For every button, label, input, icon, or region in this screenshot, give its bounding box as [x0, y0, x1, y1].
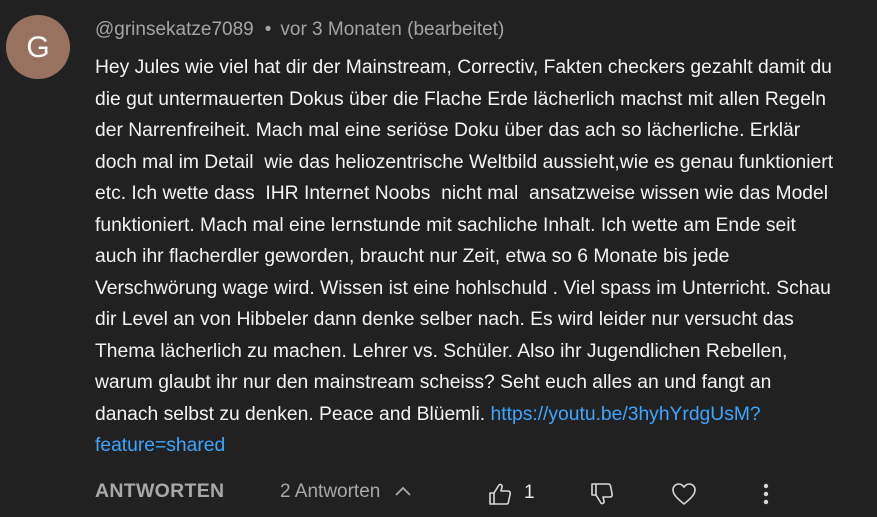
separator-dot: •	[264, 19, 272, 40]
comment-text: Hey Jules wie viel hat dir der Mainstrea…	[95, 52, 876, 462]
thumb-down-icon[interactable]	[588, 480, 616, 508]
comment-line: die gut untermauerten Dokus über die Fla…	[95, 88, 826, 110]
comment-line: etc. Ich wette dass IHR Internet Noobs n…	[95, 183, 829, 204]
comment-actions: ANTWORTEN 2 Antworten 1	[0, 478, 877, 510]
replies-count-label: 2 Antworten	[280, 481, 381, 502]
comment-line-text: danach selbst zu denken. Peace and Blüem…	[95, 403, 491, 425]
comment-line: Verschwörung wage wird. Wissen ist eine …	[95, 277, 831, 299]
comment-line: Hey Jules wie viel hat dir der Mainstrea…	[95, 57, 832, 78]
replies-toggle-button[interactable]: 2 Antworten	[280, 481, 412, 503]
comment-line-link: feature=shared	[95, 430, 876, 462]
youtube-link-part1[interactable]: https://youtu.be/3hyhYrdgUsM?	[491, 404, 761, 425]
avatar-initial: G	[26, 30, 50, 64]
reply-button[interactable]: ANTWORTEN	[95, 480, 224, 503]
like-count: 1	[524, 482, 535, 503]
more-vertical-icon[interactable]	[752, 480, 780, 508]
comment-line: dir Level an von Hibbeler dann denke sel…	[95, 309, 794, 330]
comment-line: warum glaubt ihr nur den mainstream sche…	[95, 372, 772, 393]
comment-timestamp[interactable]: vor 3 Monaten (bearbeitet)	[280, 19, 504, 40]
thumb-up-icon[interactable]	[486, 480, 514, 508]
comment-header: @grinsekatze7089 • vor 3 Monaten (bearbeit…	[95, 17, 504, 43]
comment-line: auch ihr flacherdler geworden, braucht n…	[95, 246, 730, 267]
comment-line: funktioniert. Mach mal eine lernstunde m…	[95, 214, 796, 236]
comment-line: der Narrenfreiheit. Mach mal eine seriös…	[95, 120, 801, 141]
youtube-link-part2[interactable]: feature=shared	[95, 435, 225, 456]
comment-line: Thema lächerlich zu machen. Lehrer vs. S…	[95, 340, 788, 362]
comment-line-last: danach selbst zu denken. Peace and Blüem…	[95, 399, 876, 431]
heart-icon[interactable]	[670, 480, 698, 508]
chevron-up-icon	[395, 486, 411, 496]
comment-line: doch mal im Detail wie das heliozentrisc…	[95, 151, 834, 173]
author-name[interactable]: @grinsekatze7089	[95, 19, 254, 40]
avatar[interactable]: G	[6, 15, 70, 79]
